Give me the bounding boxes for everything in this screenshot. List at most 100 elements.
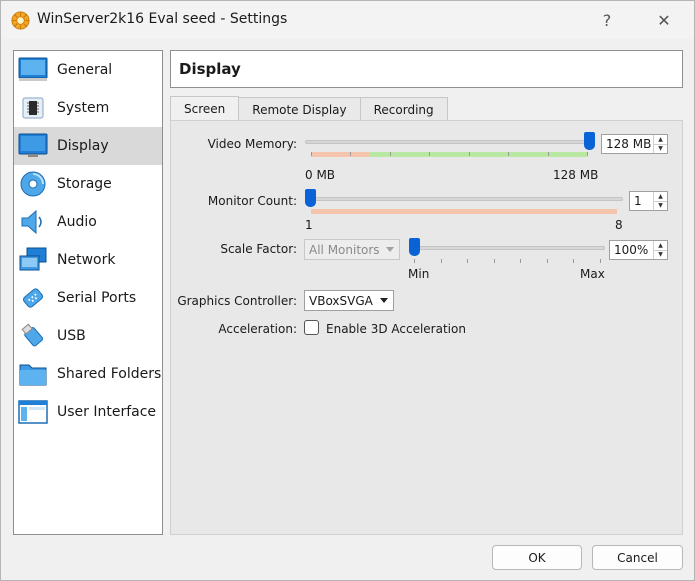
monitor-count-track [305, 197, 623, 201]
scale-factor-tick [493, 259, 495, 263]
screen-tab-pane: Video Memory: 128 MB ▲ ▼ 0 MB 128 MB Moni… [170, 120, 683, 535]
monitor-count-spinbox[interactable]: 1 ▲ ▼ [629, 191, 668, 211]
scale-factor-spinbox[interactable]: 100% ▲ ▼ [609, 240, 668, 260]
arrow-down-icon[interactable]: ▼ [654, 143, 667, 154]
sidebar-item-network[interactable]: Network [14, 241, 162, 279]
user-interface-icon [17, 396, 49, 428]
video-memory-tick [508, 152, 510, 156]
monitor-count-slider-handle[interactable] [305, 189, 316, 207]
video-memory-tick [311, 152, 312, 156]
video-memory-track [305, 140, 589, 144]
video-memory-tick [429, 152, 431, 156]
tab-remote-display[interactable]: Remote Display [238, 97, 361, 121]
settings-category-list: General System Display Storage Audio Net… [13, 50, 163, 535]
enable-3d-acceleration-label[interactable]: Enable 3D Acceleration [326, 322, 466, 336]
settings-window: WinServer2k16 Eval seed - Settings ? ✕ G… [0, 0, 695, 581]
cancel-button[interactable]: Cancel [592, 545, 683, 570]
video-memory-tick [389, 152, 391, 156]
graphics-controller-select[interactable]: VBoxSVGA [304, 290, 394, 311]
video-memory-stepper[interactable]: ▲ ▼ [653, 135, 667, 153]
usb-icon [17, 320, 49, 352]
sidebar-item-label: Audio [57, 214, 97, 230]
help-icon: ? [602, 10, 612, 30]
tab-screen[interactable]: Screen [170, 96, 240, 121]
sidebar-item-storage[interactable]: Storage [14, 165, 162, 203]
video-memory-spinbox[interactable]: 128 MB ▲ ▼ [601, 134, 668, 154]
storage-icon [17, 168, 49, 200]
arrow-up-icon[interactable]: ▲ [654, 241, 667, 250]
scale-monitor-value: All Monitors [309, 242, 380, 257]
sidebar-item-system[interactable]: System [14, 89, 162, 127]
sidebar-item-label: General [57, 62, 113, 78]
sidebar-item-user-interface[interactable]: User Interface [14, 393, 162, 431]
monitor-count-stepper[interactable]: ▲ ▼ [653, 192, 667, 210]
scale-monitor-select[interactable]: All Monitors [304, 239, 400, 260]
chevron-down-icon [386, 247, 394, 252]
video-memory-label: Video Memory: [207, 137, 297, 151]
sidebar-item-label: USB [57, 328, 86, 344]
tab-label: Screen [184, 102, 226, 116]
monitor-count-min-label: 1 [305, 218, 313, 232]
video-memory-tick [547, 152, 549, 156]
monitor-count-value: 1 [634, 194, 642, 208]
graphics-controller-label: Graphics Controller: [177, 294, 297, 308]
arrow-up-icon[interactable]: ▲ [654, 192, 667, 201]
arrow-up-icon[interactable]: ▲ [654, 135, 667, 144]
general-icon [17, 54, 49, 86]
system-icon [17, 92, 49, 124]
scale-factor-value: 100% [614, 243, 649, 257]
close-button[interactable]: ✕ [649, 7, 679, 33]
page-header: Display [170, 50, 683, 88]
scale-factor-tick [520, 259, 522, 263]
video-memory-range-ok [369, 152, 587, 157]
arrow-down-icon[interactable]: ▼ [654, 200, 667, 211]
monitor-count-label: Monitor Count: [207, 194, 297, 208]
tab-recording[interactable]: Recording [359, 97, 448, 121]
tab-label: Remote Display [252, 102, 347, 117]
scale-factor-tick [414, 259, 415, 263]
virtualbox-app-icon [11, 11, 30, 30]
video-memory-max-label: 128 MB [553, 168, 599, 182]
display-icon [17, 130, 49, 162]
video-memory-value: 128 MB [606, 137, 652, 151]
video-memory-min-label: 0 MB [305, 168, 336, 182]
scale-factor-min-label: Min [408, 267, 430, 281]
help-button[interactable]: ? [592, 7, 622, 33]
close-icon: ✕ [657, 10, 671, 30]
scale-factor-stepper[interactable]: ▲ ▼ [653, 241, 667, 259]
video-memory-slider-handle[interactable] [584, 132, 595, 150]
video-memory-tick [350, 152, 352, 156]
sidebar-item-label: Storage [57, 176, 112, 192]
title-bar: WinServer2k16 Eval seed - Settings ? ✕ [1, 1, 694, 39]
graphics-controller-value: VBoxSVGA [309, 293, 373, 308]
tab-bar: Screen Remote Display Recording [170, 96, 448, 121]
window-title: WinServer2k16 Eval seed - Settings [37, 11, 288, 27]
monitor-count-range [311, 209, 617, 214]
scale-factor-track [409, 246, 605, 250]
shared-folders-icon [17, 358, 49, 390]
sidebar-item-label: Display [57, 138, 109, 154]
arrow-down-icon[interactable]: ▼ [654, 249, 667, 260]
sidebar-item-label: Network [57, 252, 116, 268]
sidebar-item-display[interactable]: Display [14, 127, 162, 165]
scale-factor-label: Scale Factor: [220, 242, 297, 256]
ok-button[interactable]: OK [492, 545, 582, 570]
sidebar-item-general[interactable]: General [14, 51, 162, 89]
sidebar-item-audio[interactable]: Audio [14, 203, 162, 241]
sidebar-item-usb[interactable]: USB [14, 317, 162, 355]
enable-3d-acceleration-checkbox[interactable] [304, 320, 319, 335]
audio-icon [17, 206, 49, 238]
sidebar-item-serial-ports[interactable]: Serial Ports [14, 279, 162, 317]
scale-factor-tick [546, 259, 548, 263]
scale-factor-tick [440, 259, 442, 263]
tab-label: Recording [373, 102, 434, 117]
cancel-button-label: Cancel [617, 550, 658, 565]
scale-factor-max-label: Max [580, 267, 605, 281]
scale-factor-slider-handle[interactable] [409, 238, 420, 256]
scale-factor-tick [573, 259, 575, 263]
video-memory-tick [587, 152, 588, 156]
sidebar-item-shared-folders[interactable]: Shared Folders [14, 355, 162, 393]
sidebar-item-label: Shared Folders [57, 366, 162, 382]
monitor-count-max-label: 8 [615, 218, 623, 232]
chevron-down-icon [380, 298, 388, 303]
